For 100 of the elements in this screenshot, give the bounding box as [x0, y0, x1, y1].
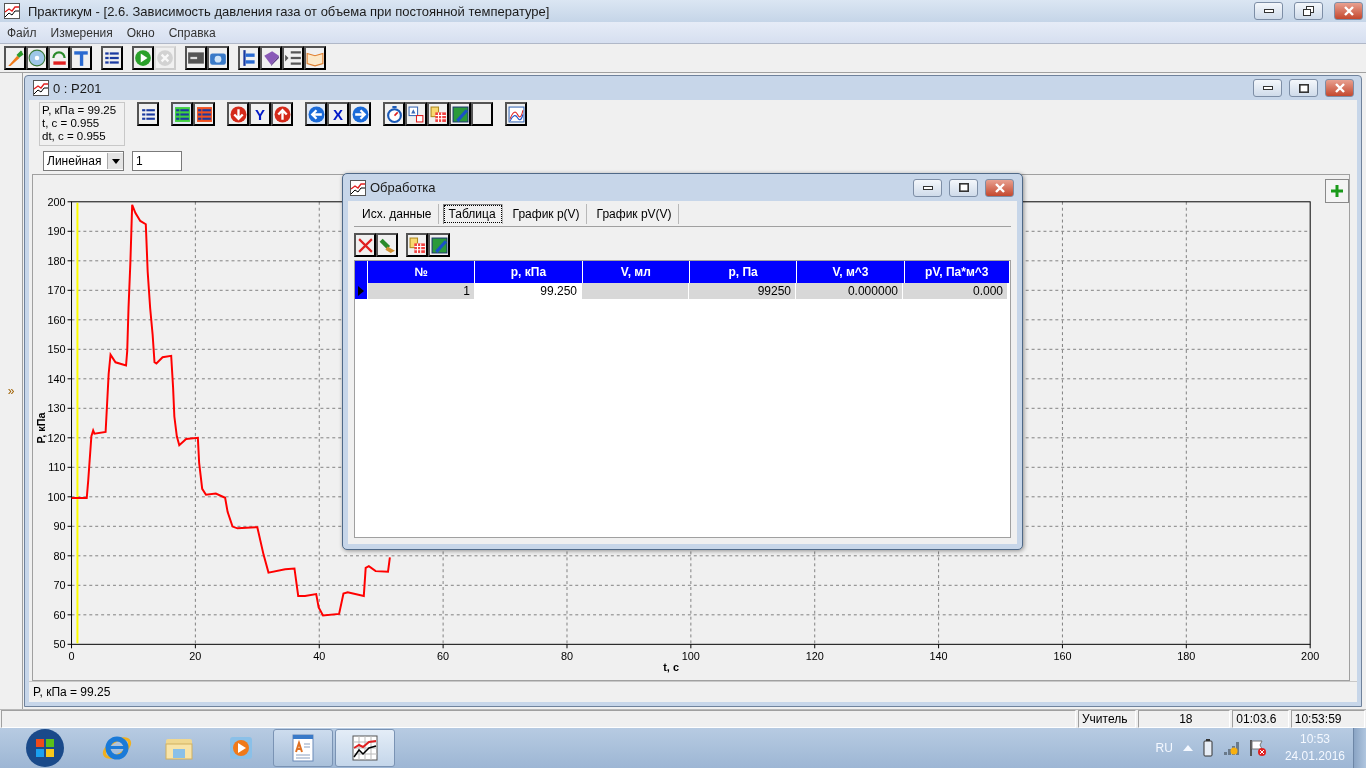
toolbar-button[interactable] — [227, 102, 249, 126]
close-button[interactable] — [985, 178, 1014, 197]
toolbar-button[interactable] — [137, 102, 159, 126]
battery-icon[interactable] — [1202, 739, 1213, 757]
console-icon — [187, 49, 205, 67]
x-tick-label: 60 — [437, 650, 450, 663]
scale-dropdown[interactable]: Линейная — [43, 151, 124, 171]
y-tick-label: 160 — [47, 313, 66, 326]
cross-icon — [356, 236, 374, 254]
restore-button[interactable] — [1294, 2, 1323, 20]
toolbar-button[interactable] — [449, 102, 471, 126]
toolbar-button[interactable] — [4, 46, 26, 70]
y-tick-label: 80 — [53, 549, 66, 562]
add-button[interactable] — [1325, 179, 1349, 203]
minimize-icon — [1262, 86, 1273, 90]
toolbar-button[interactable] — [132, 46, 154, 70]
column-header[interactable]: p, Па — [689, 261, 798, 283]
toolbar-button[interactable] — [282, 46, 304, 70]
minimize-button[interactable] — [1253, 79, 1282, 97]
maximize-icon — [958, 183, 969, 192]
minimize-button[interactable] — [1254, 2, 1283, 20]
column-header[interactable]: № — [367, 261, 476, 283]
column-header[interactable]: pV, Па*м^3 — [904, 261, 1010, 283]
toolbar-button[interactable] — [471, 102, 493, 126]
t-tool-icon — [72, 49, 90, 67]
toolbar-button[interactable] — [171, 102, 193, 126]
table-cell[interactable]: 0.000000 — [796, 283, 903, 299]
table-cell[interactable]: 1 — [368, 283, 475, 299]
table-icon — [408, 236, 426, 254]
close-icon — [994, 182, 1005, 193]
toolbar-button[interactable]: X — [327, 102, 349, 126]
caret-icon — [111, 158, 120, 164]
x-tick-label: 100 — [681, 650, 700, 663]
row-indicator[interactable] — [355, 283, 368, 299]
start-button[interactable] — [25, 728, 65, 768]
list-icon — [103, 49, 121, 67]
x-tick-label: 140 — [929, 650, 948, 663]
toolbar-button[interactable] — [101, 46, 123, 70]
menu-item[interactable]: Измерения — [43, 25, 120, 40]
status-text: 10:53:59 — [1290, 710, 1365, 728]
toolbar-button[interactable] — [207, 46, 229, 70]
minimize-icon — [1263, 9, 1274, 13]
x-tick-label: 180 — [1177, 650, 1196, 663]
child-status-text: P, кПа = 99.25 — [29, 681, 1357, 702]
step-field[interactable]: 1 — [132, 151, 182, 171]
maximize-button[interactable] — [1289, 79, 1318, 97]
toolbar-button[interactable] — [427, 102, 449, 126]
column-header[interactable]: V, мл — [582, 261, 690, 283]
toolbar-button[interactable] — [48, 46, 70, 70]
reading-text: t, с = 0.955 — [42, 117, 101, 130]
toolbar-button[interactable] — [193, 102, 215, 126]
toolbar-button[interactable] — [376, 233, 398, 257]
close-icon — [1334, 83, 1345, 93]
image-edit-icon — [451, 105, 469, 123]
toolbar-button[interactable] — [260, 46, 282, 70]
restore-icon — [1303, 6, 1314, 16]
y-tick-label: 100 — [47, 490, 66, 503]
expand-button[interactable]: » — [7, 384, 15, 398]
toolbar-button[interactable] — [305, 102, 327, 126]
menu-item[interactable]: Окно — [119, 25, 162, 40]
toolbar-button[interactable] — [349, 102, 371, 126]
close-button[interactable] — [1334, 2, 1363, 20]
close-button[interactable] — [1325, 79, 1354, 97]
toolbar-button[interactable] — [405, 102, 427, 126]
toolbar-button[interactable] — [505, 102, 527, 126]
column-header[interactable]: p, кПа — [475, 261, 583, 283]
taskbar-button[interactable] — [273, 729, 333, 767]
toolbar-button[interactable] — [26, 46, 48, 70]
toolbar-button[interactable] — [428, 233, 450, 257]
column-header[interactable]: V, м^3 — [797, 261, 905, 283]
arrow-up-icon — [273, 105, 291, 123]
toolbar-button[interactable] — [383, 102, 405, 126]
brush-icon — [378, 236, 396, 254]
flag-icon[interactable] — [1248, 739, 1267, 757]
book-icon — [262, 49, 280, 67]
toolbar-button[interactable] — [185, 46, 207, 70]
toolbar-button[interactable] — [238, 46, 260, 70]
list-filled-icon — [195, 105, 213, 123]
toolbar-button[interactable] — [70, 46, 92, 70]
stop-icon — [156, 49, 174, 67]
y-tick-label: 180 — [47, 254, 66, 267]
toolbar-button[interactable] — [271, 102, 293, 126]
toolbar-button[interactable] — [354, 233, 376, 257]
current-row-icon — [358, 286, 364, 296]
disc-icon — [28, 49, 46, 67]
minimize-button[interactable] — [913, 178, 942, 197]
table-cell[interactable]: 0.000 — [903, 283, 1008, 299]
x-tick-label: 0 — [68, 650, 75, 663]
maximize-button[interactable] — [949, 178, 978, 197]
toolbar-button[interactable]: Y — [249, 102, 271, 126]
toolbar-button[interactable] — [304, 46, 326, 70]
chart-icon — [507, 105, 525, 123]
menu-item[interactable]: Файл — [0, 25, 44, 40]
table-cell[interactable]: 99250 — [689, 283, 796, 299]
status-text: 18 — [1138, 710, 1231, 728]
table-cell[interactable] — [582, 283, 689, 299]
taskbar-button[interactable] — [335, 729, 395, 767]
toolbar-button[interactable] — [406, 233, 428, 257]
menu-item[interactable]: Справка — [161, 25, 223, 40]
tab[interactable]: Таблица — [442, 204, 503, 224]
